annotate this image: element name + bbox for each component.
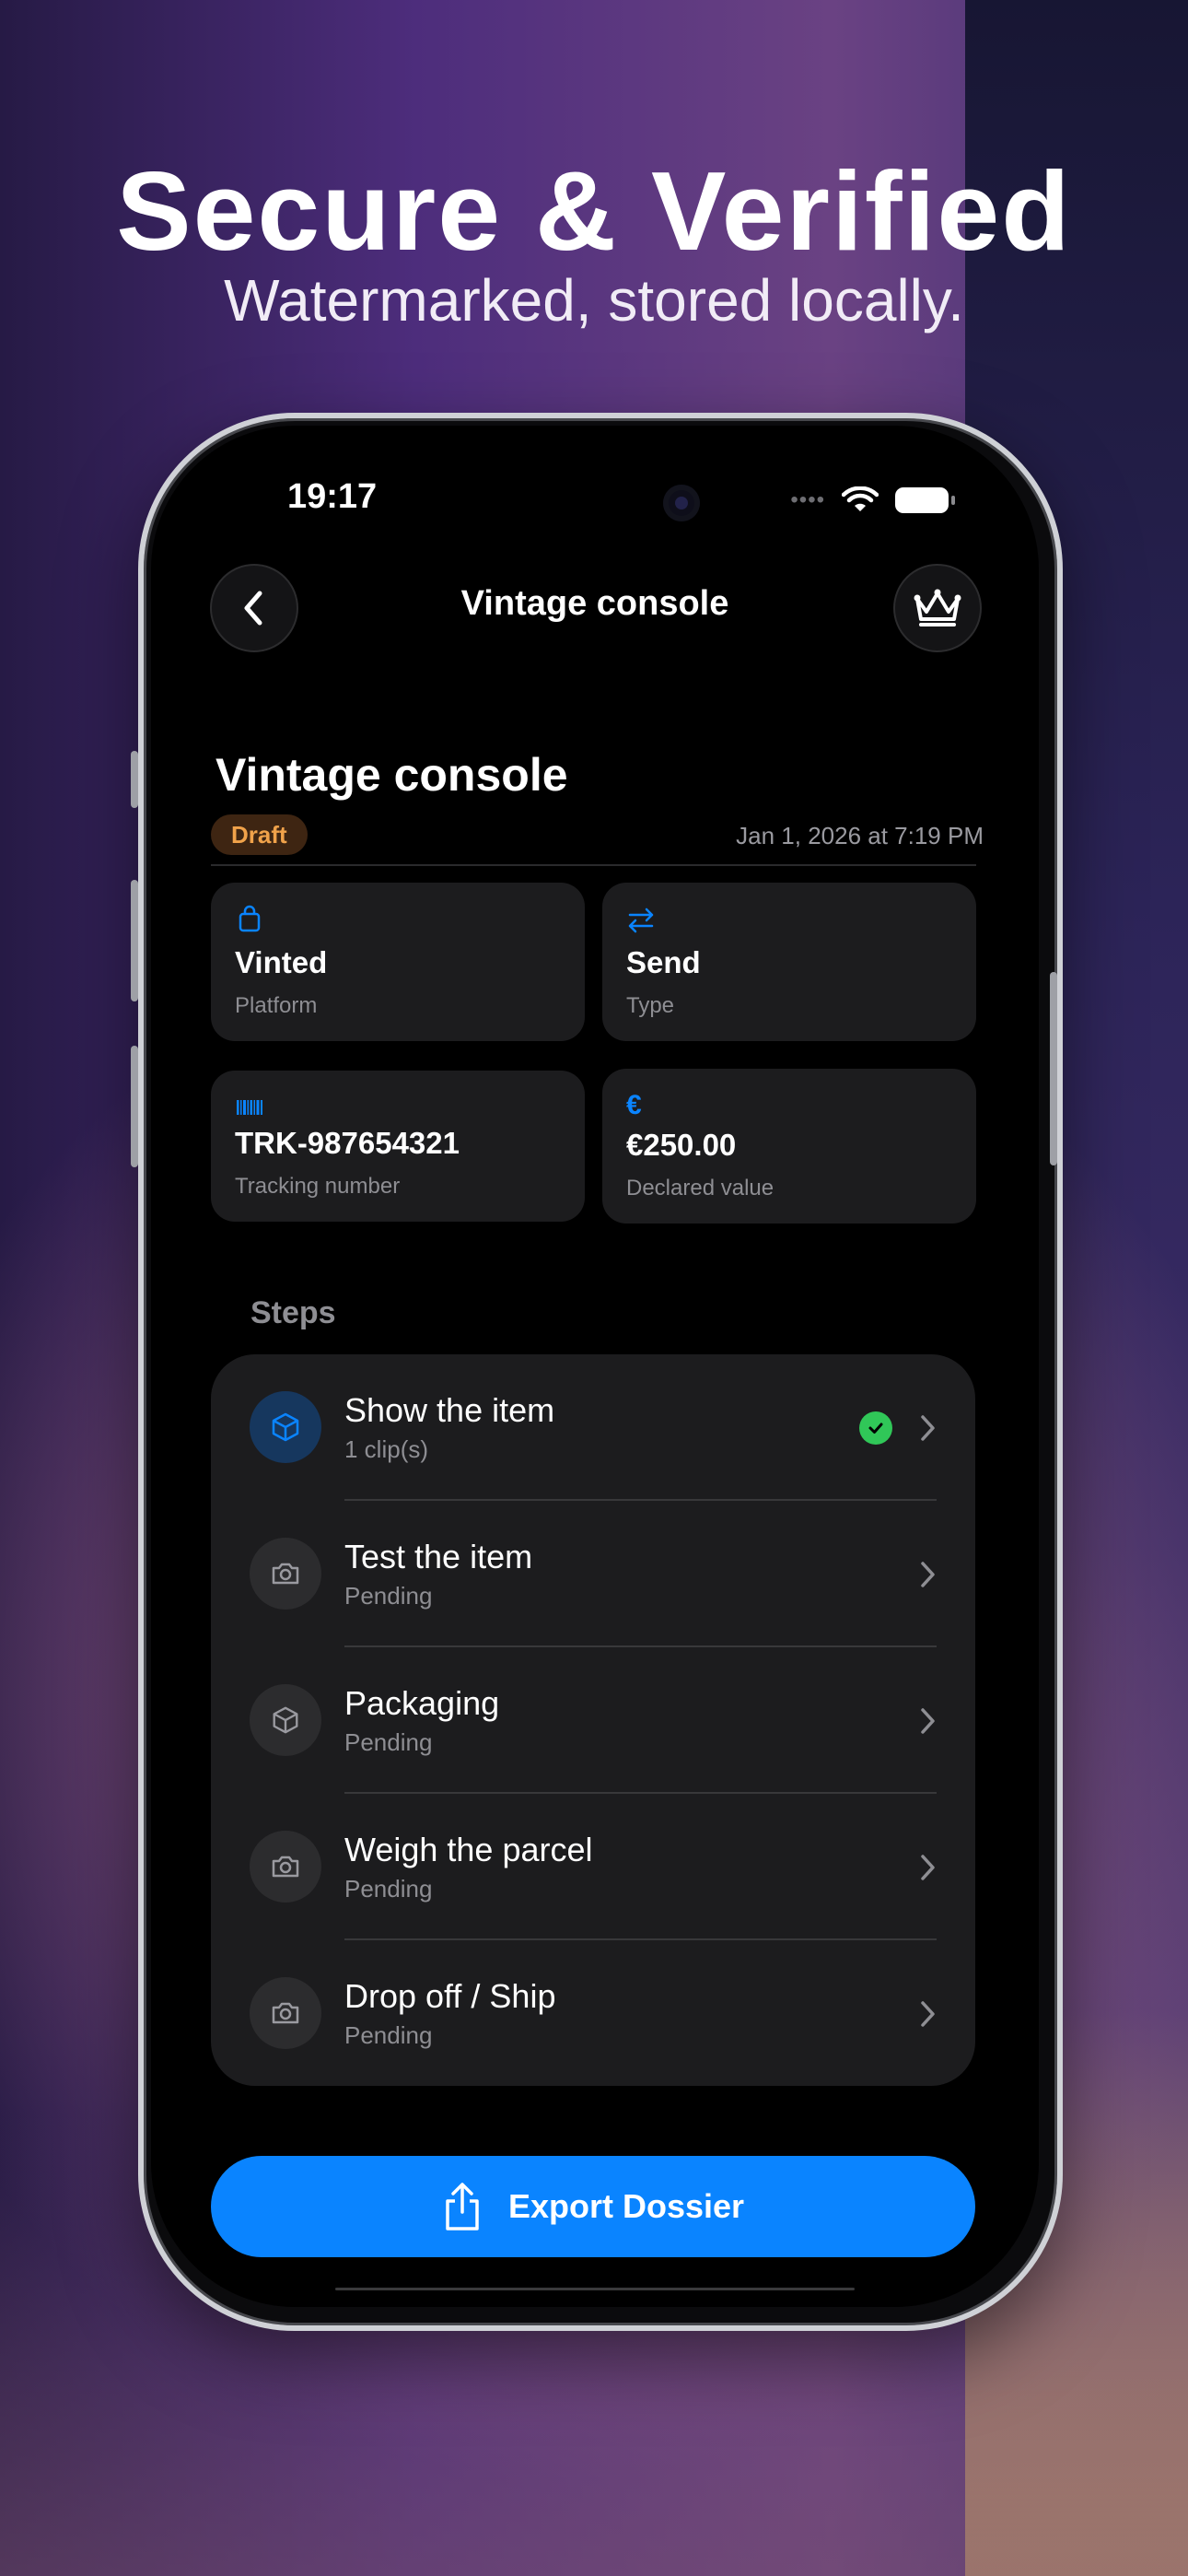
signal-dots: •••• [790,487,825,512]
marketing-subheadline: Watermarked, stored locally. [224,267,964,334]
info-card-tracking: TRK-987654321 Tracking number [211,1071,585,1222]
box-icon [273,1706,298,1734]
cube-icon [272,1412,299,1442]
card-label: Platform [235,993,318,1018]
step-subtitle: 1 clip(s) [344,1435,429,1463]
step-row-weigh-parcel[interactable]: Weigh the parcel Pending [211,1794,975,1940]
chevron-right-icon [921,2001,935,2027]
step-icon-circle [250,1538,321,1610]
step-title: Test the item [344,1538,533,1575]
info-card-declared-value: € €250.00 Declared value [602,1069,976,1224]
marketing-headline: Secure & Verified [116,148,1072,274]
card-value: €250.00 [626,1128,737,1162]
step-row-drop-off[interactable]: Drop off / Ship Pending [211,1940,975,2086]
battery-icon [895,487,955,513]
step-row-test-item[interactable]: Test the item Pending [211,1501,975,1647]
phone-power-button [1050,972,1057,1165]
chevron-right-icon [921,1855,935,1880]
share-icon [446,2183,479,2231]
card-label: Declared value [626,1176,775,1200]
app-screen: 19:17 •••• Vintage console Vintage conso… [151,426,1039,2307]
page-title: Vintage console [215,749,568,801]
crown-icon [914,589,961,626]
phone-action-button [131,751,138,808]
status-badge: Draft [211,814,308,855]
step-title: Weigh the parcel [344,1831,593,1868]
info-card-type: Send Type [602,883,976,1041]
status-time: 19:17 [287,477,378,516]
step-title: Packaging [344,1684,500,1722]
chevron-right-icon [921,1415,935,1441]
card-value: Vinted [235,945,328,979]
arrows-exchange-icon [628,907,654,933]
card-label: Tracking number [235,1174,401,1199]
step-icon-circle [250,1977,321,2049]
euro-icon: € [626,1090,642,1120]
camera-icon [272,1563,299,1585]
camera-icon [272,2002,299,2024]
chevron-right-icon [921,1708,935,1734]
info-card-platform: Vinted Platform [211,883,585,1041]
status-indicators: •••• [790,486,955,514]
wifi-icon [842,486,879,511]
export-dossier-button[interactable]: Export Dossier [211,2156,975,2257]
card-value: TRK-987654321 [235,1126,460,1160]
chevron-right-icon [921,1562,935,1587]
step-icon-circle [250,1391,321,1463]
step-icon-circle [250,1831,321,1903]
steps-list: Show the item 1 clip(s) Test the item Pe… [211,1354,975,2086]
camera-icon [663,485,700,521]
step-subtitle: Pending [344,1582,433,1610]
step-subtitle: Pending [344,1875,433,1903]
card-label: Type [626,993,675,1018]
step-icon-circle [250,1684,321,1756]
bag-icon [239,905,261,932]
phone-volume-up [131,880,138,1001]
barcode-icon [237,1100,262,1115]
step-subtitle: Pending [344,2021,433,2049]
created-date: Jan 1, 2026 at 7:19 PM [736,822,984,849]
camera-icon [272,1856,299,1878]
divider [211,864,976,866]
step-title: Drop off / Ship [344,1977,556,2015]
checkmark-icon [859,1411,892,1445]
card-value: Send [626,945,701,979]
steps-section-title: Steps [250,1295,336,1330]
step-subtitle: Pending [344,1728,433,1756]
step-row-show-item[interactable]: Show the item 1 clip(s) [211,1354,975,1501]
premium-button[interactable] [893,564,982,652]
export-button-label: Export Dossier [507,2187,745,2225]
step-row-packaging[interactable]: Packaging Pending [211,1647,975,1794]
home-indicator [335,2288,855,2290]
phone-volume-down [131,1046,138,1167]
step-title: Show the item [344,1391,555,1429]
